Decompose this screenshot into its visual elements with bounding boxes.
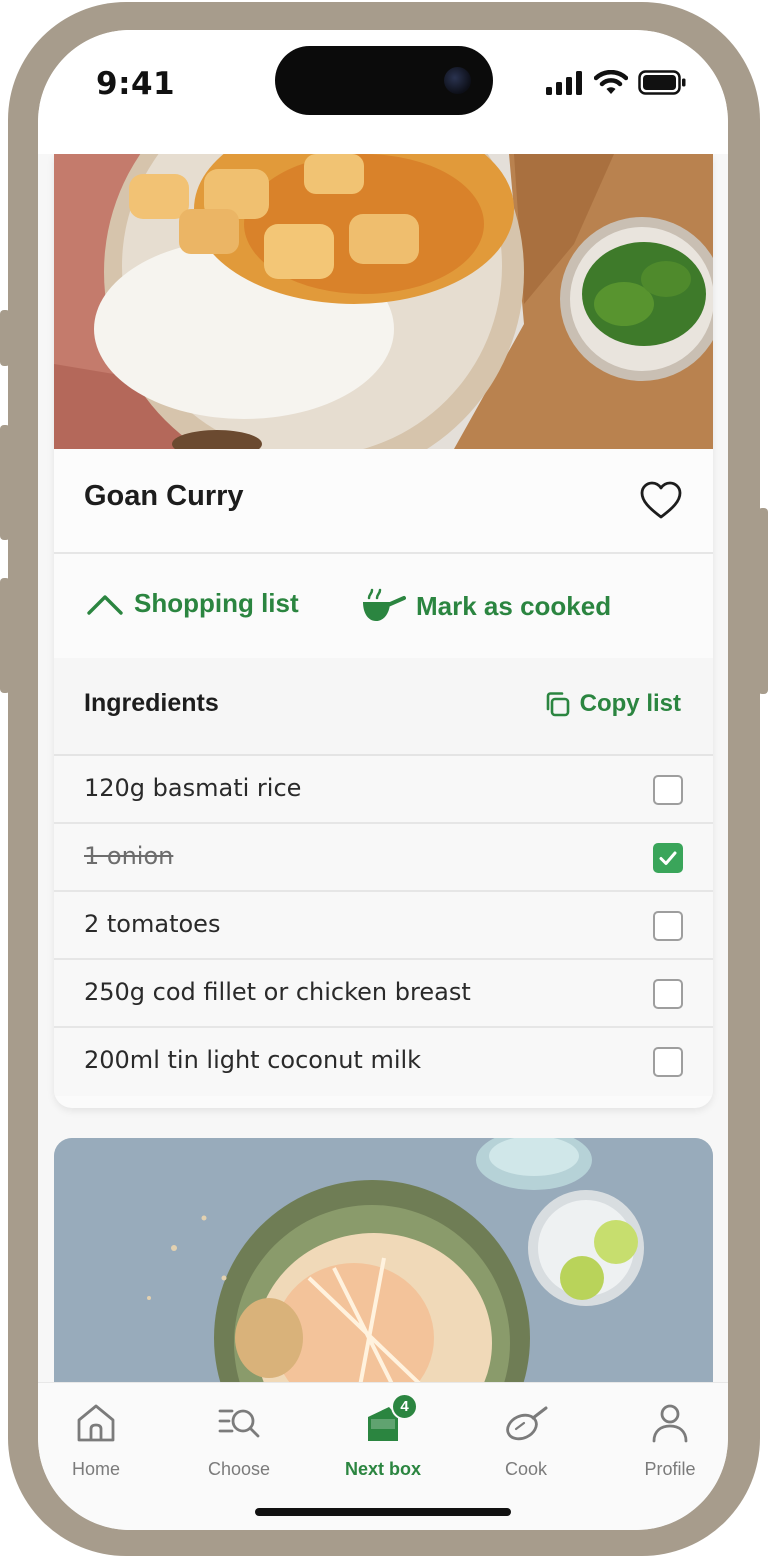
- recipe-card-next[interactable]: [54, 1138, 713, 1382]
- copy-list-button[interactable]: Copy list: [543, 690, 681, 718]
- shopping-list-toggle[interactable]: Shopping list: [86, 588, 299, 619]
- nav-label: Profile: [644, 1459, 696, 1479]
- ingredient-row[interactable]: 120g basmati rice: [54, 756, 713, 824]
- copy-icon: [546, 692, 569, 717]
- recipe-actions: Shopping list Mark as cooked: [54, 554, 713, 658]
- status-bar: 9:41: [38, 30, 728, 154]
- ingredient-row[interactable]: 200ml tin light coconut milk: [54, 1028, 713, 1096]
- ingredient-checkbox[interactable]: [653, 911, 683, 941]
- profile-icon: [652, 1404, 688, 1443]
- side-button-volume-up: [0, 425, 10, 540]
- ingredient-row[interactable]: 250g cod fillet or chicken breast: [54, 960, 713, 1028]
- pan-icon: [363, 588, 406, 621]
- ingredient-label: 200ml tin light coconut milk: [84, 1046, 422, 1074]
- nav-label: Choose: [207, 1459, 271, 1479]
- recipe-card: Goan Curry Shopping list Mark as cooked …: [54, 154, 713, 1108]
- dynamic-island: [275, 46, 493, 115]
- battery-icon: [638, 70, 686, 95]
- checkmark-icon: [659, 851, 677, 865]
- copy-list-label: Copy list: [579, 690, 681, 717]
- side-button-volume-down: [0, 578, 10, 693]
- ingredient-checkbox[interactable]: [653, 979, 683, 1009]
- ingredients-list: 120g basmati rice 1 onion 2 tomatoes 250…: [54, 756, 713, 1096]
- nav-label: Home: [71, 1459, 120, 1479]
- ingredient-label: 1 onion: [84, 842, 174, 870]
- ingredient-label: 120g basmati rice: [84, 774, 302, 802]
- signal-icon: [546, 71, 582, 95]
- shopping-list-label: Shopping list: [134, 588, 299, 618]
- home-indicator[interactable]: [255, 1508, 511, 1516]
- chevron-up-icon: [87, 594, 123, 615]
- nav-cook[interactable]: Cook: [466, 1399, 586, 1480]
- ingredient-label: 2 tomatoes: [84, 910, 221, 938]
- nav-label: Next box: [344, 1459, 422, 1479]
- ingredients-heading: Ingredients: [84, 689, 219, 717]
- nav-next-box[interactable]: 4 Next box: [323, 1393, 443, 1480]
- ingredient-checkbox[interactable]: [653, 775, 683, 805]
- nav-profile[interactable]: Profile: [610, 1399, 728, 1480]
- nav-badge: 4: [391, 1393, 418, 1420]
- recipe-image: [54, 154, 713, 449]
- ingredient-label: 250g cod fillet or chicken breast: [84, 978, 471, 1006]
- wifi-icon: [594, 70, 628, 94]
- ingredient-row[interactable]: 2 tomatoes: [54, 892, 713, 960]
- recipe-title-row: Goan Curry: [54, 449, 713, 554]
- status-time: 9:41: [96, 66, 176, 102]
- choose-icon: [218, 1409, 260, 1438]
- side-button-power: [758, 508, 768, 694]
- screen: 9:41 Goan Curry Shopping list Mark as co…: [38, 30, 728, 1530]
- recipe-image: [54, 1138, 713, 1382]
- nav-home[interactable]: Home: [38, 1399, 156, 1480]
- pan-icon: [506, 1406, 548, 1441]
- mark-as-cooked-label: Mark as cooked: [416, 590, 612, 621]
- ingredient-checkbox[interactable]: [653, 843, 683, 873]
- side-button-action: [0, 310, 10, 366]
- content-scroll[interactable]: Goan Curry Shopping list Mark as cooked …: [38, 154, 728, 1382]
- ingredient-checkbox[interactable]: [653, 1047, 683, 1077]
- mark-as-cooked-button[interactable]: Mark as cooked: [360, 588, 611, 624]
- status-icons: [546, 70, 686, 95]
- home-icon: [77, 1404, 115, 1442]
- ingredients-header: Ingredients Copy list: [54, 658, 713, 756]
- nav-label: Cook: [504, 1459, 548, 1479]
- ingredient-row[interactable]: 1 onion: [54, 824, 713, 892]
- heart-icon[interactable]: [639, 479, 683, 523]
- nav-choose[interactable]: Choose: [179, 1399, 299, 1480]
- recipe-title: Goan Curry: [84, 480, 244, 512]
